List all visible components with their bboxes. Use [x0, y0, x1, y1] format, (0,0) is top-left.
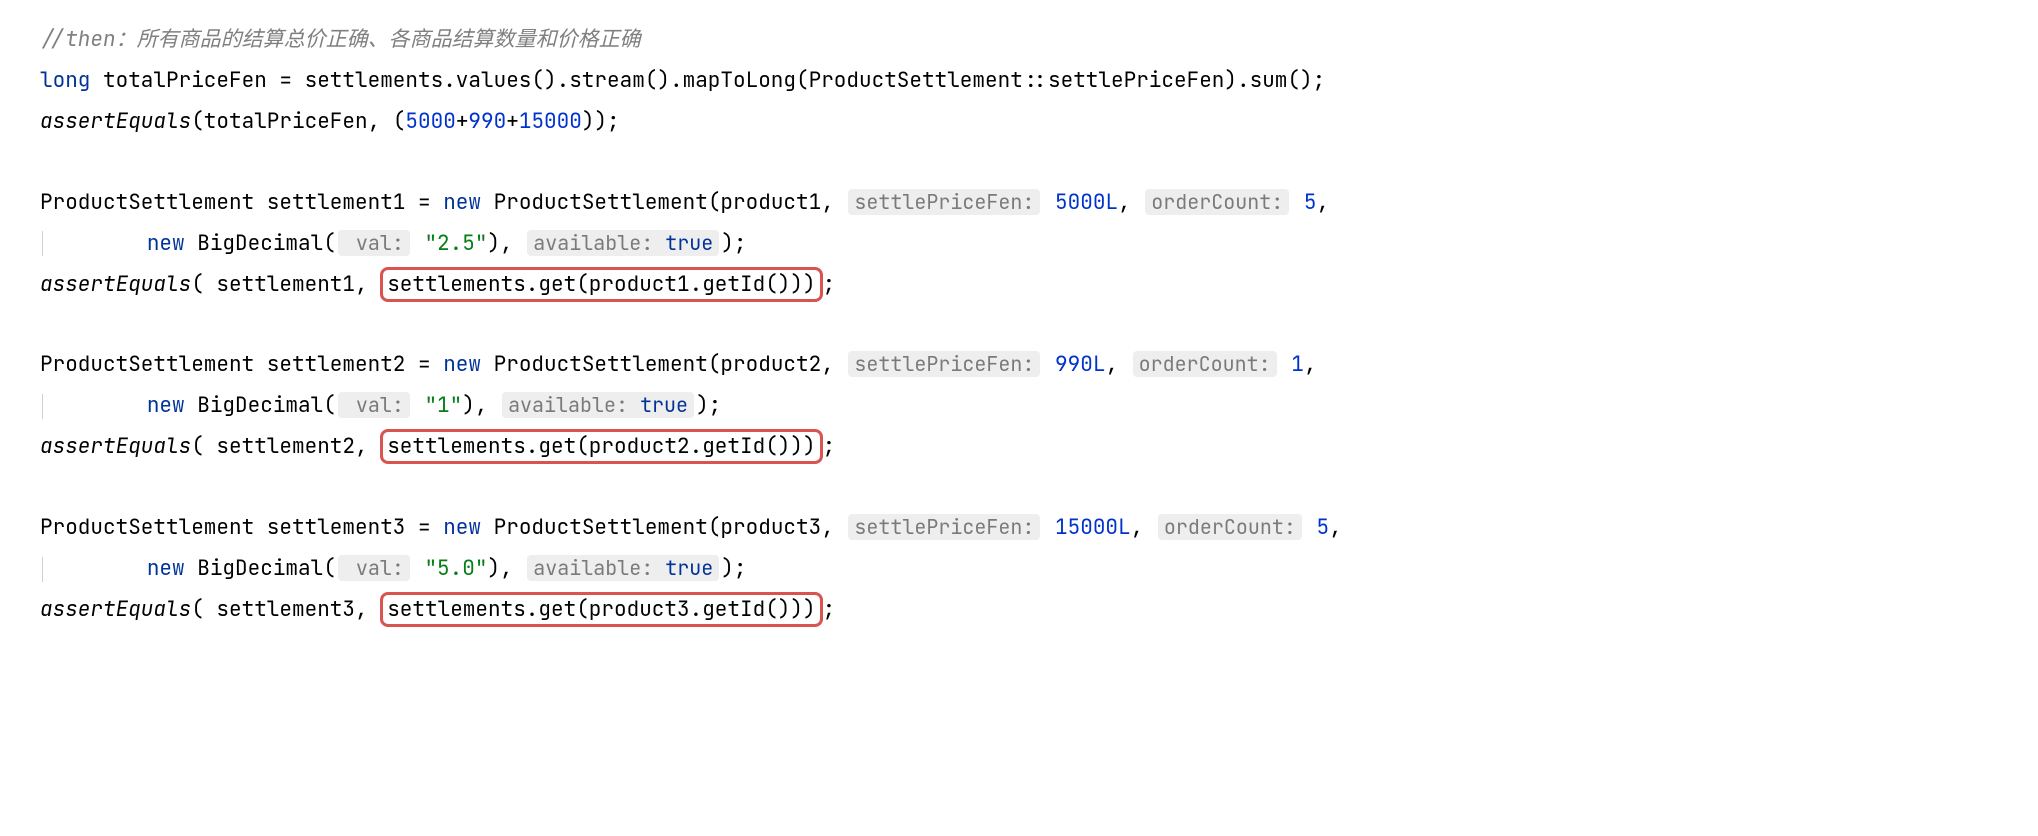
code-text: ));	[582, 108, 620, 135]
param-hint-settlepricefen: settlePriceFen:	[848, 514, 1040, 540]
indent-guide	[42, 231, 44, 256]
param-hint-ordercount: orderCount:	[1158, 514, 1302, 540]
code-text: ProductSettlement settlement3 =	[40, 514, 443, 541]
param-hint-val: val:	[338, 230, 410, 256]
param-hint-val: val:	[338, 555, 410, 581]
code-line-assert1: assertEquals( settlement1, settlements.g…	[40, 265, 1998, 306]
param-hint-val: val:	[338, 392, 410, 418]
code-text: ProductSettlement settlement1 =	[40, 189, 443, 216]
code-text: );	[721, 555, 746, 582]
code-text: ),	[462, 392, 500, 419]
number-literal: 15000L	[1055, 514, 1131, 541]
keyword-new: new	[443, 514, 481, 541]
code-text: );	[721, 230, 746, 257]
code-line-settlement3-cont: new BigDecimal( val: "5.0"), available: …	[40, 549, 1998, 590]
code-text: ,	[1316, 189, 1329, 216]
code-editor[interactable]: //then：所有商品的结算总价正确、各商品结算数量和价格正确 long tot…	[40, 20, 1998, 631]
param-hint-settlepricefen: settlePriceFen:	[848, 189, 1040, 215]
param-hint-settlepricefen: settlePriceFen:	[848, 351, 1040, 377]
code-line-settlement2-cont: new BigDecimal( val: "1"), available: tr…	[40, 386, 1998, 427]
code-text: ProductSettlement(product2,	[481, 351, 846, 378]
param-hint-available: available: true	[502, 392, 694, 418]
code-line-settlement3-decl: ProductSettlement settlement3 = new Prod…	[40, 508, 1998, 549]
code-text: ;	[823, 596, 836, 623]
plus: +	[506, 108, 519, 135]
keyword-new: new	[443, 351, 481, 378]
code-text: );	[696, 392, 721, 419]
code-text: ;	[823, 433, 836, 460]
code-text: ( settlement1,	[191, 271, 380, 298]
number-literal: 990	[468, 108, 506, 135]
code-text: BigDecimal(	[185, 555, 336, 582]
param-hint-ordercount: orderCount:	[1145, 189, 1289, 215]
code-text: (totalPriceFen, (	[191, 108, 405, 135]
code-text: ,	[1131, 514, 1156, 541]
number-literal: 15000	[519, 108, 582, 135]
string-literal: "1"	[424, 392, 462, 419]
code-line-total-decl: long totalPriceFen = settlements.values(…	[40, 61, 1998, 102]
param-hint-available: available: true	[527, 555, 719, 581]
code-line-assert3: assertEquals( settlement3, settlements.g…	[40, 590, 1998, 631]
code-text: ( settlement3,	[191, 596, 380, 623]
highlighted-expression-3: settlements.get(product3.getId()))	[380, 592, 822, 627]
code-text: BigDecimal(	[185, 230, 336, 257]
code-text: ProductSettlement(product1,	[481, 189, 846, 216]
code-text: ,	[1118, 189, 1143, 216]
code-line-assert-total: assertEquals(totalPriceFen, (5000+990+15…	[40, 102, 1998, 143]
code-text: ,	[1329, 514, 1342, 541]
string-literal: "2.5"	[424, 230, 487, 257]
keyword-new: new	[147, 555, 185, 582]
comment-text: //then：所有商品的结算总价正确、各商品结算数量和价格正确	[40, 26, 641, 53]
number-literal: 5	[1316, 514, 1329, 541]
code-text: BigDecimal(	[185, 392, 336, 419]
keyword-new: new	[147, 392, 185, 419]
code-line-settlement1-cont: new BigDecimal( val: "2.5"), available: …	[40, 224, 1998, 265]
indent-guide	[42, 394, 44, 419]
param-hint-available: available: true	[527, 230, 719, 256]
number-literal: 5000L	[1055, 189, 1118, 216]
indent-guide	[42, 557, 44, 582]
blank-line	[40, 306, 1998, 346]
highlighted-expression-2: settlements.get(product2.getId()))	[380, 429, 822, 464]
code-text: ),	[487, 230, 525, 257]
number-literal: 1	[1291, 351, 1304, 378]
blank-line	[40, 143, 1998, 183]
code-line-comment: //then：所有商品的结算总价正确、各商品结算数量和价格正确	[40, 20, 1998, 61]
keyword-new: new	[443, 189, 481, 216]
code-text: ProductSettlement settlement2 =	[40, 351, 443, 378]
code-text: ,	[1105, 351, 1130, 378]
code-line-assert2: assertEquals( settlement2, settlements.g…	[40, 427, 1998, 468]
code-text: ),	[487, 555, 525, 582]
keyword-new: new	[147, 230, 185, 257]
keyword-long: long	[40, 67, 90, 94]
number-literal: 990L	[1055, 351, 1105, 378]
number-literal: 5	[1304, 189, 1317, 216]
code-text: ProductSettlement(product3,	[481, 514, 846, 541]
highlighted-expression-1: settlements.get(product1.getId()))	[380, 267, 822, 302]
code-text: ,	[1304, 351, 1317, 378]
code-text: totalPriceFen = settlements.values().str…	[90, 67, 1325, 94]
code-text: ( settlement2,	[191, 433, 380, 460]
code-text: ;	[823, 271, 836, 298]
fn-assertequals: assertEquals	[40, 108, 191, 135]
param-hint-ordercount: orderCount:	[1133, 351, 1277, 377]
code-line-settlement2-decl: ProductSettlement settlement2 = new Prod…	[40, 345, 1998, 386]
fn-assertequals: assertEquals	[40, 596, 191, 623]
fn-assertequals: assertEquals	[40, 271, 191, 298]
string-literal: "5.0"	[424, 555, 487, 582]
number-literal: 5000	[405, 108, 455, 135]
plus: +	[456, 108, 469, 135]
blank-line	[40, 468, 1998, 508]
code-line-settlement1-decl: ProductSettlement settlement1 = new Prod…	[40, 183, 1998, 224]
fn-assertequals: assertEquals	[40, 433, 191, 460]
